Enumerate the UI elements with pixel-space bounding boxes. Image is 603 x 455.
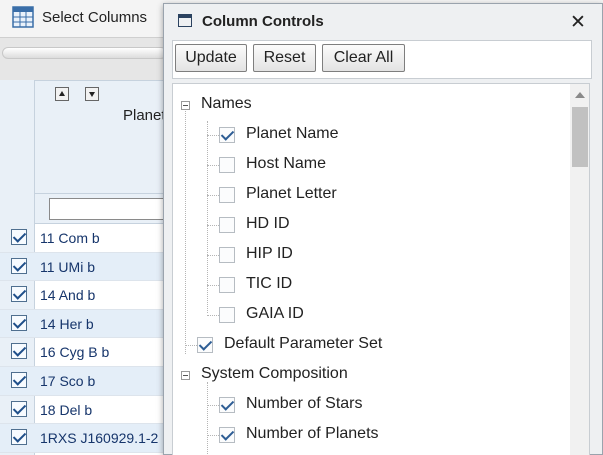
default-parameter-set-checkbox[interactable] [197,337,213,353]
reset-button[interactable]: Reset [253,44,316,72]
scroll-up-arrow-icon[interactable] [575,92,585,98]
hd-id-checkbox[interactable] [219,217,235,233]
tic-id-checkbox[interactable] [219,277,235,293]
paging-bar [2,47,167,59]
tree-connector [207,315,219,316]
gaia-id-checkbox[interactable] [219,307,235,323]
tree-group-system-composition[interactable]: System Composition [201,365,348,383]
scrollbar-thumb[interactable] [572,107,588,167]
row-checkbox[interactable] [11,400,27,417]
row-checkbox[interactable] [11,371,27,388]
tree-connector [185,106,186,354]
planet-name-filter-input[interactable] [49,198,169,220]
planet-link[interactable]: 11 UMi b [40,259,95,275]
column-controls-dialog: Column Controls ✕ Update Reset Clear All… [163,3,603,455]
planet-name-checkbox[interactable] [219,127,235,143]
table-row[interactable]: 1RXS J160929.1-2 [0,424,170,453]
tree-connector [207,225,219,226]
row-checkbox[interactable] [11,343,27,360]
planet-link[interactable]: 14 And b [40,287,95,303]
host-name-checkbox[interactable] [219,157,235,173]
table-row[interactable]: 18 Del b [0,396,170,425]
number-of-planets-checkbox[interactable] [219,427,235,443]
table-row[interactable]: 11 Com b [0,224,170,253]
table-grid-icon[interactable] [12,6,34,28]
tree-item-label: Host Name [246,155,327,172]
tree-connector [207,382,208,455]
dialog-button-bar: Update Reset Clear All [172,40,592,79]
update-button[interactable]: Update [175,44,247,72]
planet-name-column-header[interactable]: Planet [123,107,166,124]
tree-connector [207,135,219,136]
tree-item-label: Planet Letter [246,185,337,202]
row-checkbox[interactable] [11,314,27,331]
tree-connector [207,165,219,166]
tree-item-label: Default Parameter Set [224,335,383,352]
hip-id-checkbox[interactable] [219,247,235,263]
tree-connector [207,195,219,196]
table-row[interactable]: 14 And b [0,281,170,310]
sort-ascending-icon[interactable] [55,87,69,101]
tree-connector [207,255,219,256]
clear-all-button[interactable]: Clear All [322,44,405,72]
table-row[interactable]: 11 UMi b [0,252,170,282]
table-row[interactable]: 16 Cyg B b [0,338,170,367]
row-checkbox[interactable] [11,286,27,303]
dialog-title: Column Controls [202,13,324,30]
row-checkbox[interactable] [11,429,27,446]
tree-item-label: Number of Stars [246,395,363,412]
tree-item-label: GAIA ID [246,305,304,322]
tree-connector [185,345,197,346]
planet-letter-checkbox[interactable] [219,187,235,203]
dialog-header[interactable]: Column Controls ✕ [164,4,602,38]
table-row[interactable]: 14 Her b [0,309,170,339]
table-row[interactable]: 17 Sco b [0,366,170,396]
tree-item-label: HD ID [246,215,290,232]
tree-item-label: Number of Planets [246,425,379,442]
number-of-stars-checkbox[interactable] [219,397,235,413]
row-checkbox[interactable] [11,229,27,245]
sort-descending-icon[interactable] [85,87,99,101]
column-tree: Names Planet Name Host Name Planet Lette… [172,83,590,455]
tree-item-label: Planet Name [246,125,339,142]
select-columns-button[interactable]: Select Columns [42,9,147,26]
planet-link[interactable]: 16 Cyg B b [40,344,109,360]
collapse-names-icon[interactable] [181,101,190,110]
window-icon [178,14,192,27]
tree-connector [207,405,219,406]
planet-link[interactable]: 14 Her b [40,316,94,332]
planet-link[interactable]: 11 Com b [40,230,100,246]
tree-connector [207,285,219,286]
close-icon[interactable]: ✕ [570,11,586,34]
tree-connector [207,435,219,436]
planet-link[interactable]: 1RXS J160929.1-2 [40,430,158,446]
collapse-system-composition-icon[interactable] [181,371,190,380]
tree-group-names[interactable]: Names [201,95,252,113]
table-rows: 11 Com b 11 UMi b 14 And b 14 Her b 16 C… [0,224,170,453]
tree-item-label: HIP ID [246,245,293,262]
row-checkbox[interactable] [11,257,27,274]
tree-item-label: TIC ID [246,275,293,292]
planet-link[interactable]: 18 Del b [40,402,92,418]
planet-link[interactable]: 17 Sco b [40,373,95,389]
